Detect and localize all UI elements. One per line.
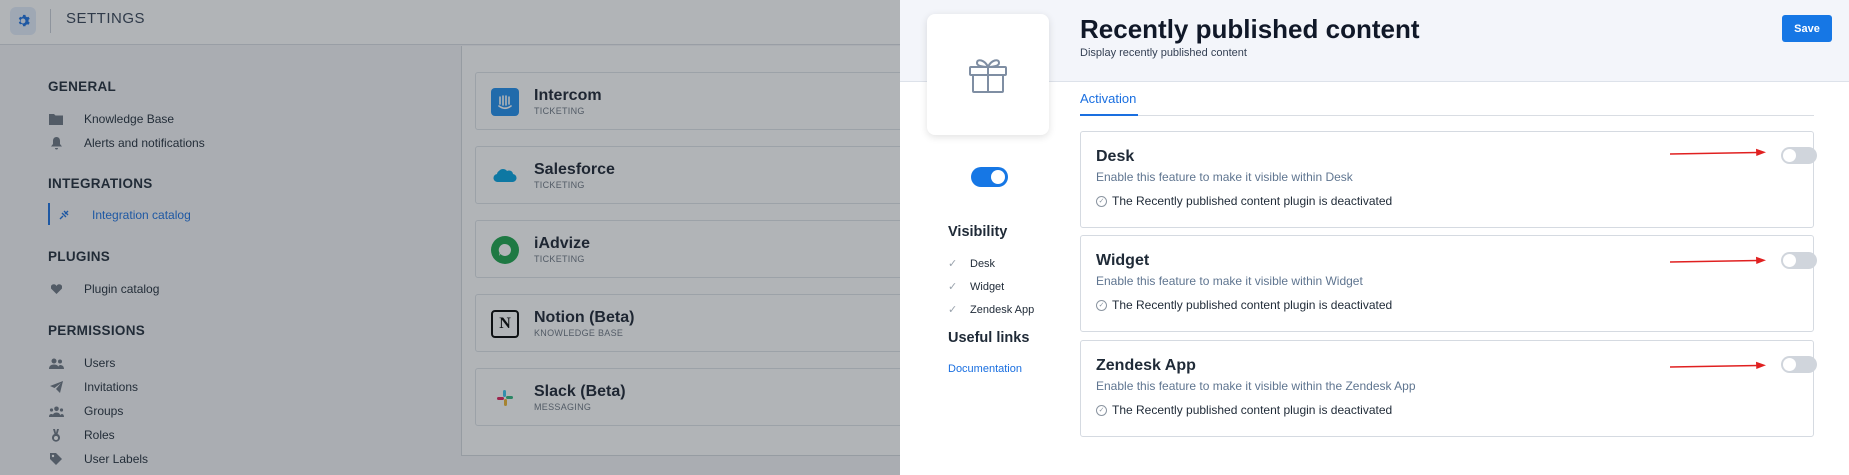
toggle-knob xyxy=(991,170,1005,184)
feature-card-zendesk-app: Zendesk App Enable this feature to make … xyxy=(1080,340,1817,437)
feature-status: ✓ The Recently published content plugin … xyxy=(1096,403,1392,417)
zendesk-app-toggle[interactable] xyxy=(1781,356,1817,373)
visibility-heading: Visibility xyxy=(948,224,1008,240)
modal-backdrop[interactable] xyxy=(0,0,900,475)
feature-status: ✓ The Recently published content plugin … xyxy=(1096,194,1392,208)
feature-title: Widget xyxy=(1096,252,1150,269)
check-icon: ✓ xyxy=(948,304,958,316)
tab-divider xyxy=(1080,115,1814,116)
feature-description: Enable this feature to make it visible w… xyxy=(1096,170,1353,184)
widget-toggle[interactable] xyxy=(1781,252,1817,269)
feature-title: Zendesk App xyxy=(1096,357,1196,374)
feature-description: Enable this feature to make it visible w… xyxy=(1096,379,1416,393)
feature-status: ✓ The Recently published content plugin … xyxy=(1096,298,1392,312)
visibility-item-desk: ✓ Desk xyxy=(948,257,996,271)
documentation-link[interactable]: Documentation xyxy=(948,363,1022,375)
red-arrow-annotation xyxy=(1670,361,1766,369)
feature-card-desk: Desk Enable this feature to make it visi… xyxy=(1080,131,1817,228)
red-arrow-annotation xyxy=(1670,148,1766,156)
tab-active-indicator xyxy=(1080,114,1138,116)
check-icon: ✓ xyxy=(948,258,958,270)
check-circle-icon: ✓ xyxy=(1096,299,1107,311)
plugin-icon-card xyxy=(927,14,1049,135)
visibility-item-widget: ✓ Widget xyxy=(948,280,1005,294)
gift-icon xyxy=(969,58,1007,93)
toggle-knob xyxy=(1783,149,1796,162)
toggle-knob xyxy=(1783,358,1796,371)
plugin-subtitle: Display recently published content xyxy=(1080,47,1247,59)
visibility-item-zendesk: ✓ Zendesk App xyxy=(948,303,1035,317)
red-arrow-annotation xyxy=(1670,256,1766,264)
feature-description: Enable this feature to make it visible w… xyxy=(1096,274,1363,288)
plugin-detail-panel: Recently published content Display recen… xyxy=(900,0,1849,475)
check-circle-icon: ✓ xyxy=(1096,404,1107,416)
tab-activation[interactable]: Activation xyxy=(1080,91,1136,106)
save-button[interactable]: Save xyxy=(1782,15,1832,42)
check-icon: ✓ xyxy=(948,281,958,293)
feature-title: Desk xyxy=(1096,148,1135,165)
useful-links-heading: Useful links xyxy=(948,330,1030,346)
toggle-knob xyxy=(1783,254,1796,267)
plugin-enabled-toggle[interactable] xyxy=(971,167,1008,187)
feature-card-widget: Widget Enable this feature to make it vi… xyxy=(1080,235,1817,332)
desk-toggle[interactable] xyxy=(1781,147,1817,164)
check-circle-icon: ✓ xyxy=(1096,195,1107,207)
plugin-title: Recently published content xyxy=(1080,14,1420,44)
